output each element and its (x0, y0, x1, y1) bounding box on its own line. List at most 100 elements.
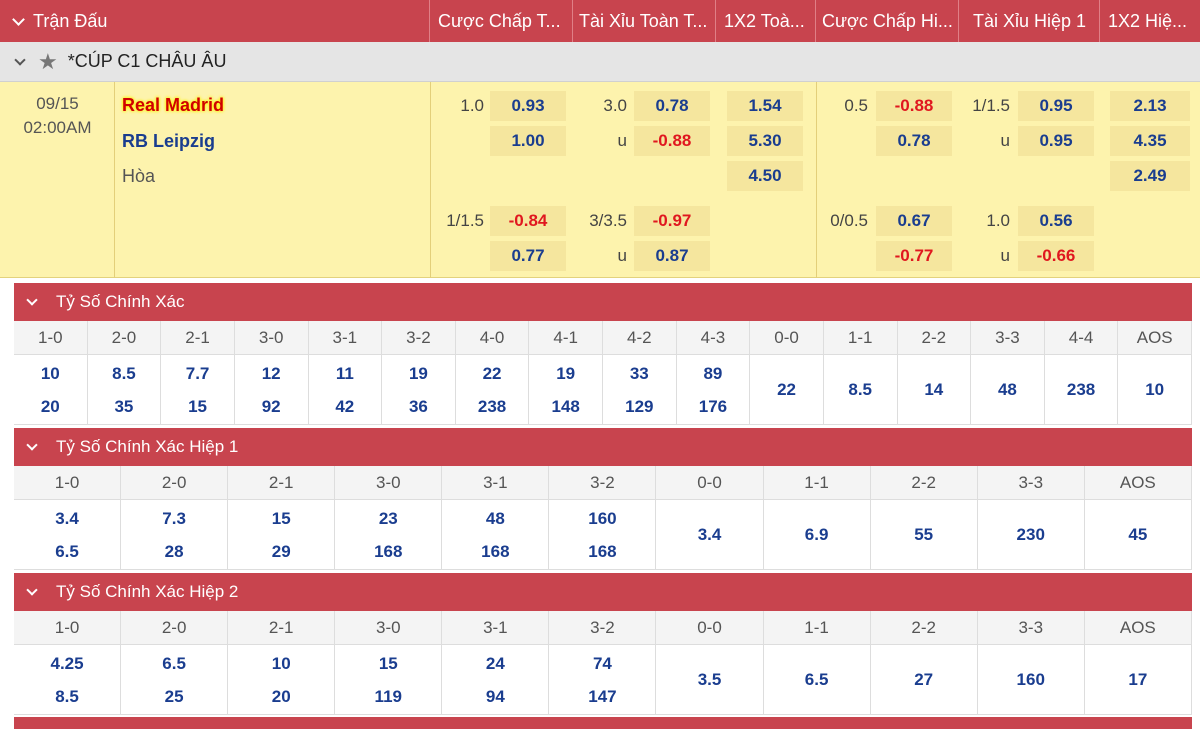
score-odds-top[interactable]: 14 (924, 373, 943, 406)
score-odds-cell[interactable]: 6.5 (764, 645, 871, 714)
score-odds-cell[interactable]: 15 29 (228, 500, 336, 569)
h1-over-odds[interactable]: 0.56 (1018, 206, 1094, 236)
score-odds-cell[interactable]: 3.4 6.5 (14, 500, 122, 569)
h1-over-odds[interactable]: 0.95 (1018, 91, 1094, 121)
score-odds-cell[interactable]: 4.25 8.5 (14, 645, 122, 714)
score-odds-cell[interactable]: 238 (1045, 355, 1119, 424)
h1-handicap-home-odds[interactable]: 0.67 (876, 206, 952, 236)
score-odds-top[interactable]: 160 (588, 502, 616, 535)
away-team[interactable]: RB Leipzig (122, 131, 215, 152)
score-odds-bottom[interactable]: 92 (262, 390, 281, 423)
score-odds-top[interactable]: 3.5 (698, 663, 722, 696)
chevron-down-icon[interactable] (12, 12, 25, 26)
ft-handicap-home-odds[interactable]: -0.84 (490, 206, 566, 236)
score-odds-cell[interactable]: 27 (871, 645, 978, 714)
header-col-match[interactable]: Trận Đấu (0, 0, 430, 42)
score-odds-cell[interactable]: 7.7 15 (161, 355, 235, 424)
h1-1x2-home-odds[interactable]: 2.13 (1110, 91, 1190, 121)
header-col-h1-handicap[interactable]: Cược Chấp Hi... (816, 0, 959, 42)
score-odds-cell[interactable]: 160 168 (549, 500, 657, 569)
score-odds-cell[interactable]: 22 238 (456, 355, 530, 424)
score-odds-top[interactable]: 15 (379, 647, 398, 680)
score-odds-top[interactable]: 11 (336, 357, 354, 390)
score-odds-top[interactable]: 19 (409, 357, 428, 390)
h1-under-odds[interactable]: -0.66 (1018, 241, 1094, 271)
ft-under-odds[interactable]: -0.88 (634, 126, 710, 156)
score-odds-top[interactable]: 160 (1017, 663, 1045, 696)
ft-over-odds[interactable]: 0.78 (634, 91, 710, 121)
score-odds-cell[interactable]: 7.3 28 (121, 500, 229, 569)
score-odds-top[interactable]: 6.5 (162, 647, 186, 680)
score-odds-bottom[interactable]: 176 (699, 390, 727, 423)
header-col-ft-handicap[interactable]: Cược Chấp T... (430, 0, 573, 42)
section-correct-score-h2-header[interactable]: Tỷ Số Chính Xác Hiệp 2 (14, 573, 1192, 611)
score-odds-top[interactable]: 3.4 (698, 518, 722, 551)
score-odds-bottom[interactable]: 168 (374, 535, 402, 568)
chevron-down-icon[interactable] (26, 584, 38, 596)
chevron-down-icon[interactable] (26, 439, 38, 451)
chevron-down-icon[interactable] (26, 294, 38, 306)
score-odds-cell[interactable]: 33 129 (603, 355, 677, 424)
ft-under-odds[interactable]: 0.87 (634, 241, 710, 271)
h1-under-odds[interactable]: 0.95 (1018, 126, 1094, 156)
score-odds-cell[interactable]: 22 (750, 355, 824, 424)
score-odds-cell[interactable]: 3.5 (656, 645, 764, 714)
score-odds-top[interactable]: 24 (486, 647, 505, 680)
score-odds-cell[interactable]: 10 (1118, 355, 1192, 424)
score-odds-top[interactable]: 7.3 (162, 502, 186, 535)
score-odds-top[interactable]: 8.5 (848, 373, 872, 406)
score-odds-bottom[interactable]: 28 (165, 535, 184, 568)
header-col-h1-1x2[interactable]: 1X2 Hiệ... (1100, 0, 1200, 42)
score-odds-top[interactable]: 55 (914, 518, 933, 551)
home-team[interactable]: Real Madrid (122, 95, 224, 116)
ft-handicap-away-odds[interactable]: 1.00 (490, 126, 566, 156)
score-odds-cell[interactable]: 24 94 (442, 645, 550, 714)
chevron-down-icon[interactable] (14, 53, 26, 66)
score-odds-cell[interactable]: 11 42 (309, 355, 383, 424)
ft-handicap-home-odds[interactable]: 0.93 (490, 91, 566, 121)
score-odds-top[interactable]: 6.5 (805, 663, 829, 696)
score-odds-cell[interactable]: 160 (978, 645, 1085, 714)
score-odds-bottom[interactable]: 119 (375, 680, 402, 713)
score-odds-top[interactable]: 4.25 (50, 647, 83, 680)
header-col-ft-overunder[interactable]: Tài Xỉu Toàn T... (573, 0, 716, 42)
score-odds-top[interactable]: 8.5 (112, 357, 136, 390)
score-odds-cell[interactable]: 89 176 (677, 355, 751, 424)
score-odds-top[interactable]: 10 (272, 647, 291, 680)
h1-handicap-away-odds[interactable]: -0.77 (876, 241, 952, 271)
ft-1x2-home-odds[interactable]: 1.54 (727, 91, 803, 121)
score-odds-cell[interactable]: 8.5 35 (88, 355, 162, 424)
ft-handicap-away-odds[interactable]: 0.77 (490, 241, 566, 271)
score-odds-bottom[interactable]: 20 (272, 680, 291, 713)
score-odds-top[interactable]: 27 (914, 663, 933, 696)
score-odds-bottom[interactable]: 42 (335, 390, 354, 423)
ft-1x2-draw-odds[interactable]: 4.50 (727, 161, 803, 191)
score-odds-top[interactable]: 7.7 (186, 357, 210, 390)
score-odds-top[interactable]: 12 (262, 357, 281, 390)
score-odds-bottom[interactable]: 36 (409, 390, 428, 423)
score-odds-bottom[interactable]: 29 (272, 535, 291, 568)
score-odds-top[interactable]: 10 (1145, 373, 1164, 406)
h1-handicap-home-odds[interactable]: -0.88 (876, 91, 952, 121)
score-odds-cell[interactable]: 8.5 (824, 355, 898, 424)
score-odds-bottom[interactable]: 15 (188, 390, 207, 423)
star-icon[interactable]: ★ (38, 49, 58, 75)
score-odds-cell[interactable]: 6.5 25 (121, 645, 229, 714)
score-odds-bottom[interactable]: 20 (41, 390, 60, 423)
score-odds-top[interactable]: 6.9 (805, 518, 829, 551)
header-col-ft-1x2[interactable]: 1X2 Toà... (716, 0, 816, 42)
score-odds-cell[interactable]: 14 (898, 355, 972, 424)
score-odds-cell[interactable]: 74 147 (549, 645, 657, 714)
score-odds-top[interactable]: 74 (593, 647, 612, 680)
score-odds-cell[interactable]: 230 (978, 500, 1085, 569)
score-odds-cell[interactable]: 45 (1085, 500, 1192, 569)
score-odds-bottom[interactable]: 238 (478, 390, 506, 423)
score-odds-cell[interactable]: 19 36 (382, 355, 456, 424)
score-odds-bottom[interactable]: 6.5 (55, 535, 79, 568)
header-col-h1-overunder[interactable]: Tài Xỉu Hiệp 1 (959, 0, 1100, 42)
score-odds-top[interactable]: 45 (1128, 518, 1147, 551)
score-odds-top[interactable]: 23 (379, 502, 398, 535)
score-odds-bottom[interactable]: 168 (588, 535, 616, 568)
score-odds-cell[interactable]: 10 20 (14, 355, 88, 424)
league-row[interactable]: ★ *CÚP C1 CHÂU ÂU (0, 42, 1200, 82)
